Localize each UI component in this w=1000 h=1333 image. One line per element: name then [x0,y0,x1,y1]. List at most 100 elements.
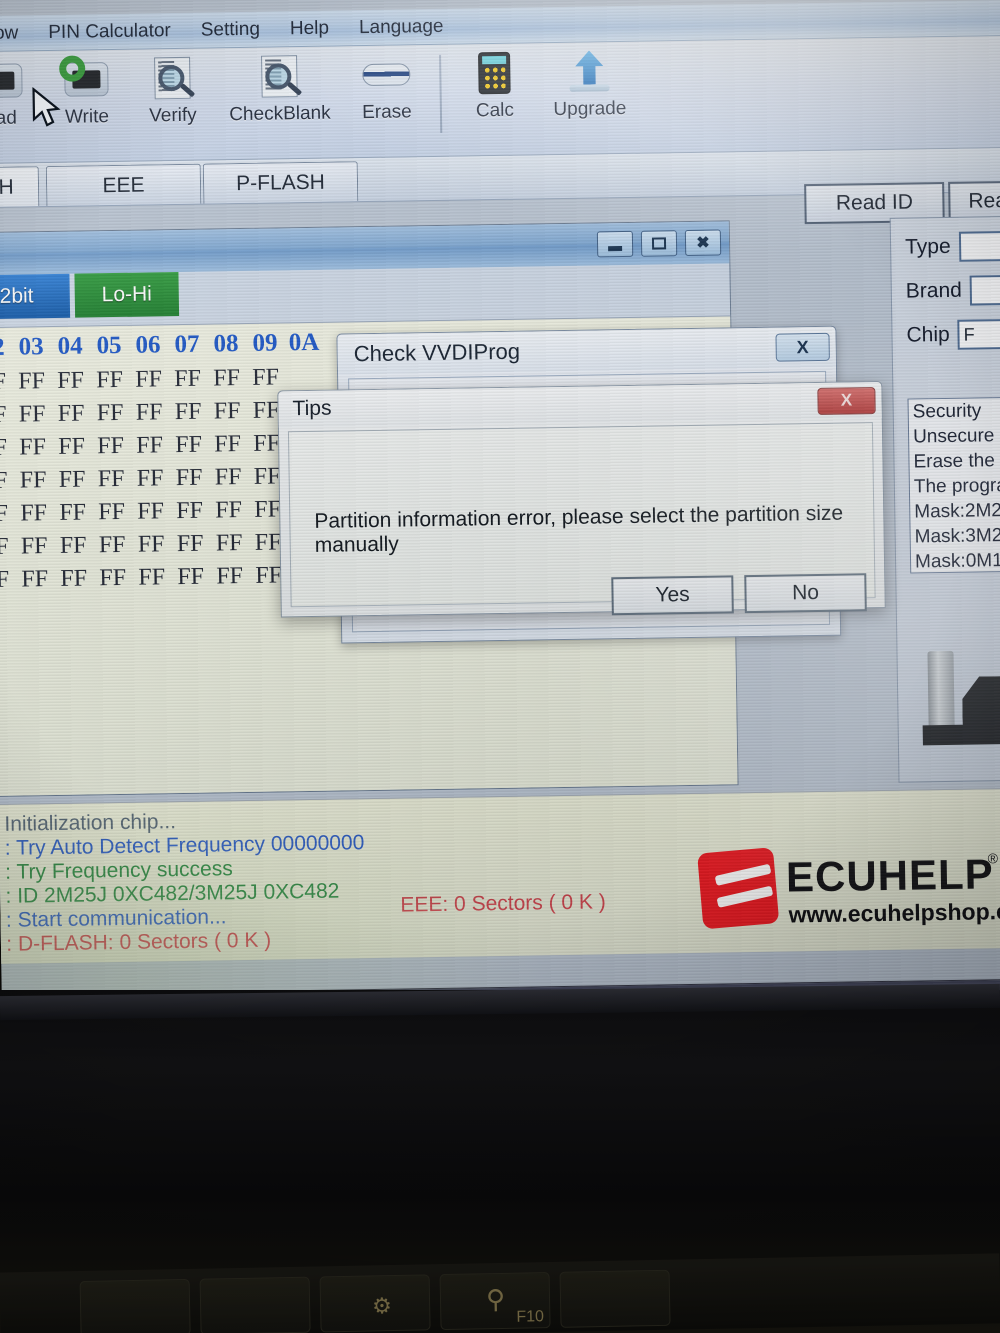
hex-cell[interactable]: FF [0,564,16,598]
hex-column-header: 0A [288,328,320,357]
hex-cell[interactable]: FF [130,429,170,463]
status-list-item[interactable]: The progra [910,472,1000,499]
hex-cell[interactable]: FF [54,562,94,596]
toolbar-label-verify: Verify [149,104,197,127]
hex-cell[interactable]: FF [0,498,14,532]
write-icon [59,55,113,105]
hex-cell[interactable]: FF [14,497,54,531]
hex-cell[interactable]: FF [0,531,15,565]
property-row-type: Type [905,230,1000,263]
hex-cell[interactable]: FF [129,363,169,397]
chip-status-list[interactable]: Security Unsecure Erase the The progra Mask… [907,396,1000,574]
tips-close-icon[interactable]: X [817,386,876,415]
adapter-device-image [915,631,1000,758]
hex-cell[interactable]: FF [52,430,92,464]
hex-cell[interactable]: FF [169,462,209,496]
menu-item-pin-calculator[interactable]: PIN Calculator [48,20,171,44]
hex-cell[interactable]: FF [53,496,93,530]
toolbar-label-erase: Erase [361,101,412,124]
menu-item-help[interactable]: Help [290,17,329,40]
type-field[interactable] [958,230,1000,262]
hex-cell[interactable]: FF [52,463,92,497]
eee-status-text: EEE: 0 Sectors ( 0 K ) [400,890,606,917]
hex-cell[interactable]: FF [90,364,130,398]
hex-cell[interactable]: FF [129,396,169,430]
maximize-button[interactable] [640,230,678,257]
hex-cell[interactable]: FF [13,464,53,498]
hex-cell[interactable]: FF [168,396,208,430]
hex-column-header: 09 [252,329,278,357]
tips-dialog-titlebar[interactable]: Tips X [278,381,882,428]
toolbar-button-upgrade[interactable]: Upgrade [537,48,642,122]
hex-cell[interactable]: FF [15,563,55,597]
tab-p-flash[interactable]: P-FLASH [202,161,359,204]
brand-field[interactable] [969,274,1000,306]
hex-cell[interactable]: FF [92,529,132,563]
chip-properties-panel: Type Brand Chip F Security Unsecure Erase… [889,215,1000,783]
toolbar-button-checkblank[interactable]: CheckBlank [215,52,344,126]
hex-cell[interactable]: FF [12,398,52,432]
hex-cell[interactable]: FF [171,561,211,595]
menu-item-setting[interactable]: Setting [201,18,260,41]
hex-cell[interactable]: FF [90,397,130,431]
hex-cell[interactable]: FF [12,365,52,399]
hex-cell[interactable]: FF [131,528,171,562]
hex-cell[interactable]: FF [208,428,248,462]
status-list-item[interactable]: Mask:0M1 [911,547,1000,573]
status-list-item[interactable]: Security [909,397,1000,424]
hex-cell[interactable]: FF [91,463,131,497]
hex-cell[interactable]: FF [168,363,208,397]
byte-order-toggle[interactable]: Lo-Hi [74,272,180,318]
hex-cell[interactable]: FF [170,495,210,529]
hex-window-titlebar[interactable]: ✖ [0,221,730,276]
minimize-button[interactable] [596,230,634,258]
tab-eee[interactable]: EEE [45,163,202,207]
vvdi-close-icon[interactable]: X [775,332,830,362]
vvdi-dialog-titlebar[interactable]: Check VVDIProg X [337,326,836,375]
hex-cell[interactable]: FF [207,362,247,396]
read-icon [0,57,27,106]
hex-cell[interactable]: FF [93,562,133,596]
chip-field[interactable]: F [957,318,1000,350]
hex-cell[interactable]: FF [170,528,210,562]
status-list-item[interactable]: Mask:3M2 [910,522,1000,549]
hex-cell[interactable]: FF [0,399,13,433]
hex-cell[interactable]: FF [53,529,93,563]
close-icon[interactable]: ✖ [684,229,722,257]
yes-button[interactable]: Yes [611,575,734,616]
hex-cell[interactable]: FF [51,397,91,431]
hex-cell[interactable]: FF [0,465,14,499]
hex-cell[interactable]: FF [92,496,132,530]
gear-icon: ⚙ [371,1293,393,1319]
tab-d-flash[interactable]: SH [0,166,40,208]
toolbar-button-verify[interactable]: Verify [129,54,216,127]
search-icon: ⚲ [485,1283,506,1315]
status-list-item[interactable]: Erase the [909,447,1000,474]
ecuhelp-url: www.ecuhelpshop.com [788,897,1000,928]
hex-cell[interactable]: FF [169,429,209,463]
hex-cell[interactable]: FF [132,561,172,595]
hex-cell[interactable]: FF [14,530,54,564]
hex-cell[interactable]: FF [208,461,248,495]
hex-column-header: 06 [135,331,161,359]
toolbar-button-calc[interactable]: Calc [451,49,538,122]
status-list-item[interactable]: Mask:2M2 [910,497,1000,524]
hex-cell[interactable]: FF [0,432,13,466]
status-list-item[interactable]: Unsecure [909,422,1000,449]
hex-cell[interactable]: FF [131,495,171,529]
hex-cell[interactable]: FF [51,364,91,398]
hex-cell[interactable]: FF [209,527,249,561]
bit-width-toggle[interactable]: 32bit [0,273,71,320]
hex-cell[interactable]: FF [91,430,131,464]
menu-item-window[interactable]: indow [0,22,18,45]
menu-item-language[interactable]: Language [359,15,444,38]
no-button[interactable]: No [744,573,867,614]
hex-cell[interactable]: FF [210,560,250,594]
hex-cell[interactable]: FF [130,462,170,496]
property-label-chip: Chip [906,322,950,347]
toolbar-button-erase[interactable]: Erase [343,51,430,124]
hex-cell[interactable]: FF [13,431,53,465]
hex-cell[interactable]: FF [209,494,249,528]
hex-cell[interactable]: FF [207,395,247,429]
hex-cell[interactable]: FF [0,366,12,400]
